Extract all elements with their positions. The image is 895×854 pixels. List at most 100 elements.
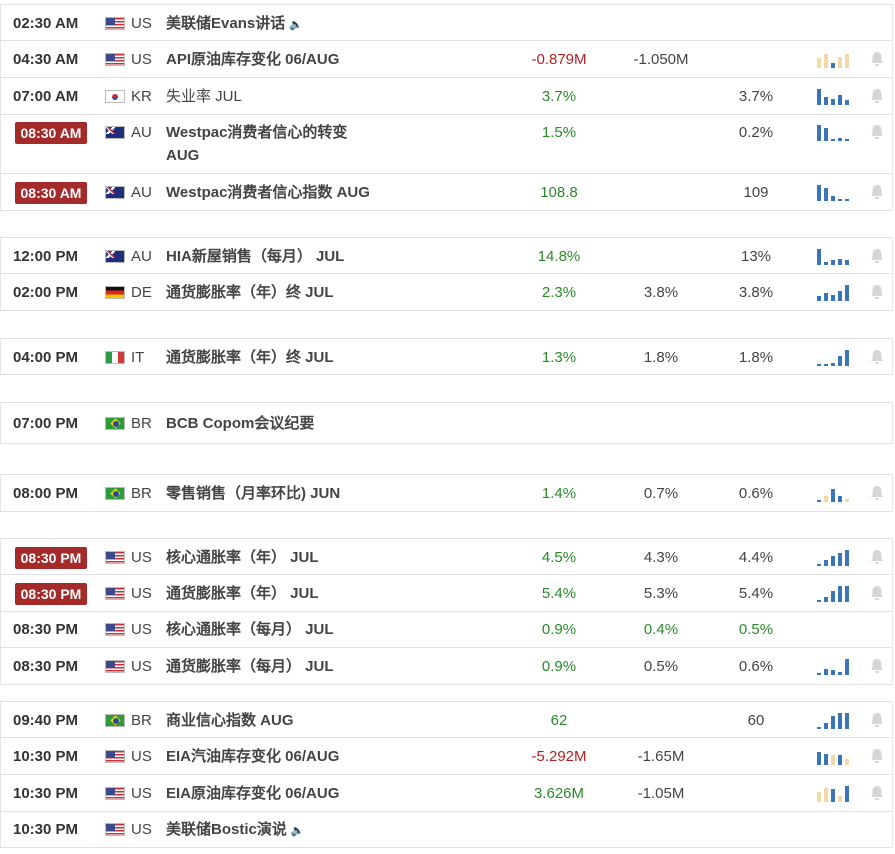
bell-icon[interactable] [868, 484, 888, 504]
chart-bar [845, 198, 849, 201]
event-row[interactable]: 07:00 PM BR BCB Copom会议纪要 [0, 402, 893, 444]
chart-bar [824, 292, 828, 301]
event-name[interactable]: 通货膨胀率（年） JUL [166, 582, 319, 605]
event-row[interactable]: 04:00 PM IT 通货膨胀率（年）终 JUL 1.3% 1.8% 1.8% [0, 338, 893, 375]
event-name-text[interactable]: 失业率 JUL [166, 88, 242, 105]
mini-chart[interactable] [817, 712, 853, 729]
bell-icon[interactable] [868, 657, 888, 677]
event-row[interactable]: 02:30 AM US 美联储Evans讲话 🔈 [0, 4, 893, 41]
event-name-text[interactable]: Westpac消费者信心的转变 AUG [166, 124, 347, 164]
event-name-text[interactable]: API原油库存变化 06/AUG [166, 51, 339, 68]
mini-chart[interactable] [817, 184, 853, 201]
event-name-text[interactable]: 通货膨胀率（年） JUL [166, 585, 319, 602]
event-name[interactable]: 商业信心指数 AUG [166, 709, 294, 732]
event-row[interactable]: 08:30 PM US 通货膨胀率（年） JUL 5.4% 5.3% 5.4% [0, 575, 893, 612]
event-name-text[interactable]: 通货膨胀率（年）终 JUL [166, 349, 334, 366]
event-row[interactable]: 10:30 PM US EIA原油库存变化 06/AUG 3.626M -1.05M [0, 775, 893, 812]
event-name[interactable]: 美联储Bostic演说 🔈 [166, 818, 305, 843]
event-name[interactable]: 核心通胀率（年） JUL [166, 546, 319, 569]
event-name[interactable]: 美联储Evans讲话 🔈 [166, 12, 303, 37]
mini-chart[interactable] [817, 284, 853, 301]
event-name[interactable]: EIA原油库存变化 06/AUG [166, 782, 339, 805]
event-row[interactable]: 04:30 AM US API原油库存变化 06/AUG -0.879M -1.050M [0, 41, 893, 78]
country-code: US [131, 50, 152, 68]
event-name[interactable]: 通货膨胀率（年）终 JUL [166, 346, 334, 369]
bell-icon[interactable] [868, 123, 888, 143]
actual-value: 14.8% [537, 247, 581, 265]
mini-chart[interactable] [817, 749, 853, 765]
event-name[interactable]: 通货膨胀率（每月） JUL [166, 655, 334, 678]
event-name-text[interactable]: BCB Copom会议纪要 [166, 415, 314, 432]
event-name-text[interactable]: 核心通胀率（年） JUL [166, 549, 319, 566]
chart-bar [845, 585, 849, 602]
event-row[interactable]: 10:30 PM US 美联储Bostic演说 🔈 [0, 812, 893, 848]
event-name[interactable]: HIA新屋销售（每月） JUL [166, 245, 344, 268]
bell-icon[interactable] [868, 747, 888, 767]
bell-icon[interactable] [868, 247, 888, 267]
event-name-text[interactable]: EIA汽油库存变化 06/AUG [166, 748, 339, 765]
bell-icon[interactable] [868, 50, 888, 70]
event-name[interactable]: 零售销售（月率环比) JUN [166, 482, 340, 505]
event-name[interactable]: API原油库存变化 06/AUG [166, 48, 339, 71]
bell-icon[interactable] [868, 784, 888, 804]
mini-chart[interactable] [817, 658, 853, 675]
event-row[interactable]: 08:30 PM US 通货膨胀率（每月） JUL 0.9% 0.5% 0.6% [0, 648, 893, 685]
chart-bar [824, 787, 828, 802]
previous-value: 1.8% [738, 348, 774, 366]
mini-chart[interactable] [817, 88, 853, 105]
bell-icon[interactable] [868, 711, 888, 731]
country-code: AU [131, 247, 152, 265]
chart-bar [824, 496, 828, 502]
country-code: US [131, 548, 152, 566]
mini-chart[interactable] [817, 248, 853, 265]
actual-value: 0.9% [541, 657, 577, 675]
event-row[interactable]: 07:00 AM KR 失业率 JUL 3.7% 3.7% [0, 78, 893, 115]
event-name[interactable]: 核心通胀率（每月） JUL [166, 618, 334, 641]
bell-icon[interactable] [868, 584, 888, 604]
bell-icon[interactable] [868, 283, 888, 303]
event-name-text[interactable]: EIA原油库存变化 06/AUG [166, 785, 339, 802]
event-name[interactable]: Westpac消费者信心指数 AUG [166, 181, 370, 204]
bell-icon[interactable] [868, 183, 888, 203]
event-name-text[interactable]: 核心通胀率（每月） JUL [166, 621, 334, 638]
event-name[interactable]: 失业率 JUL [166, 85, 242, 108]
actual-value: 1.4% [541, 485, 577, 502]
event-row[interactable]: 10:30 PM US EIA汽油库存变化 06/AUG -5.292M -1.65M [0, 738, 893, 775]
bell-icon[interactable] [868, 348, 888, 368]
event-name-text[interactable]: 美联储Bostic演说 [166, 821, 287, 838]
event-row[interactable]: 02:00 PM DE 通货膨胀率（年）终 JUL 2.3% 3.8% 3.8% [0, 274, 893, 311]
event-name-text[interactable]: 通货膨胀率（每月） JUL [166, 658, 334, 675]
bell-icon[interactable] [868, 548, 888, 568]
mini-chart[interactable] [817, 585, 853, 602]
chart-bar [831, 754, 835, 765]
event-row[interactable]: 08:00 PM BR 零售销售（月率环比) JUN 1.4% 0.7% 0.6% [0, 474, 893, 512]
mini-chart[interactable] [817, 52, 853, 68]
mini-chart[interactable] [817, 549, 853, 566]
chart-bar [817, 751, 821, 765]
mini-chart[interactable] [817, 349, 853, 366]
previous-value: 4.4% [738, 548, 774, 566]
mini-chart[interactable] [817, 486, 853, 502]
event-name[interactable]: Westpac消费者信心的转变 AUG [166, 121, 381, 167]
event-row[interactable]: 12:00 PM AU HIA新屋销售（每月） JUL 14.8% 13% [0, 237, 893, 274]
event-row[interactable]: 09:40 PM BR 商业信心指数 AUG 62 60 [0, 701, 893, 738]
event-name-text[interactable]: HIA新屋销售（每月） JUL [166, 248, 344, 265]
mini-chart[interactable] [817, 785, 853, 802]
speaker-icon: 🔈 [289, 18, 303, 31]
chart-bar [838, 552, 842, 566]
mini-chart[interactable] [817, 125, 853, 141]
event-row[interactable]: 08:30 PM US 核心通胀率（每月） JUL 0.9% 0.4% 0.5% [0, 612, 893, 648]
event-row[interactable]: 08:30 AM AU Westpac消费者信心指数 AUG 108.8 109 [0, 174, 893, 211]
event-name-text[interactable]: 通货膨胀率（年）终 JUL [166, 284, 334, 301]
event-name[interactable]: 通货膨胀率（年）终 JUL [166, 281, 334, 304]
bell-icon[interactable] [868, 87, 888, 107]
event-row[interactable]: 08:30 AM AU Westpac消费者信心的转变 AUG 1.5% 0.2% [0, 115, 893, 174]
event-name-text[interactable]: 零售销售（月率环比) JUN [166, 485, 340, 502]
event-row[interactable]: 08:30 PM US 核心通胀率（年） JUL 4.5% 4.3% 4.4% [0, 538, 893, 575]
event-name[interactable]: BCB Copom会议纪要 [166, 412, 314, 435]
event-name-text[interactable]: 美联储Evans讲话 [166, 15, 285, 32]
event-name[interactable]: EIA汽油库存变化 06/AUG [166, 745, 339, 768]
event-name-text[interactable]: 商业信心指数 AUG [166, 712, 294, 729]
event-name-text[interactable]: Westpac消费者信心指数 AUG [166, 184, 370, 201]
chart-bar [824, 559, 828, 566]
